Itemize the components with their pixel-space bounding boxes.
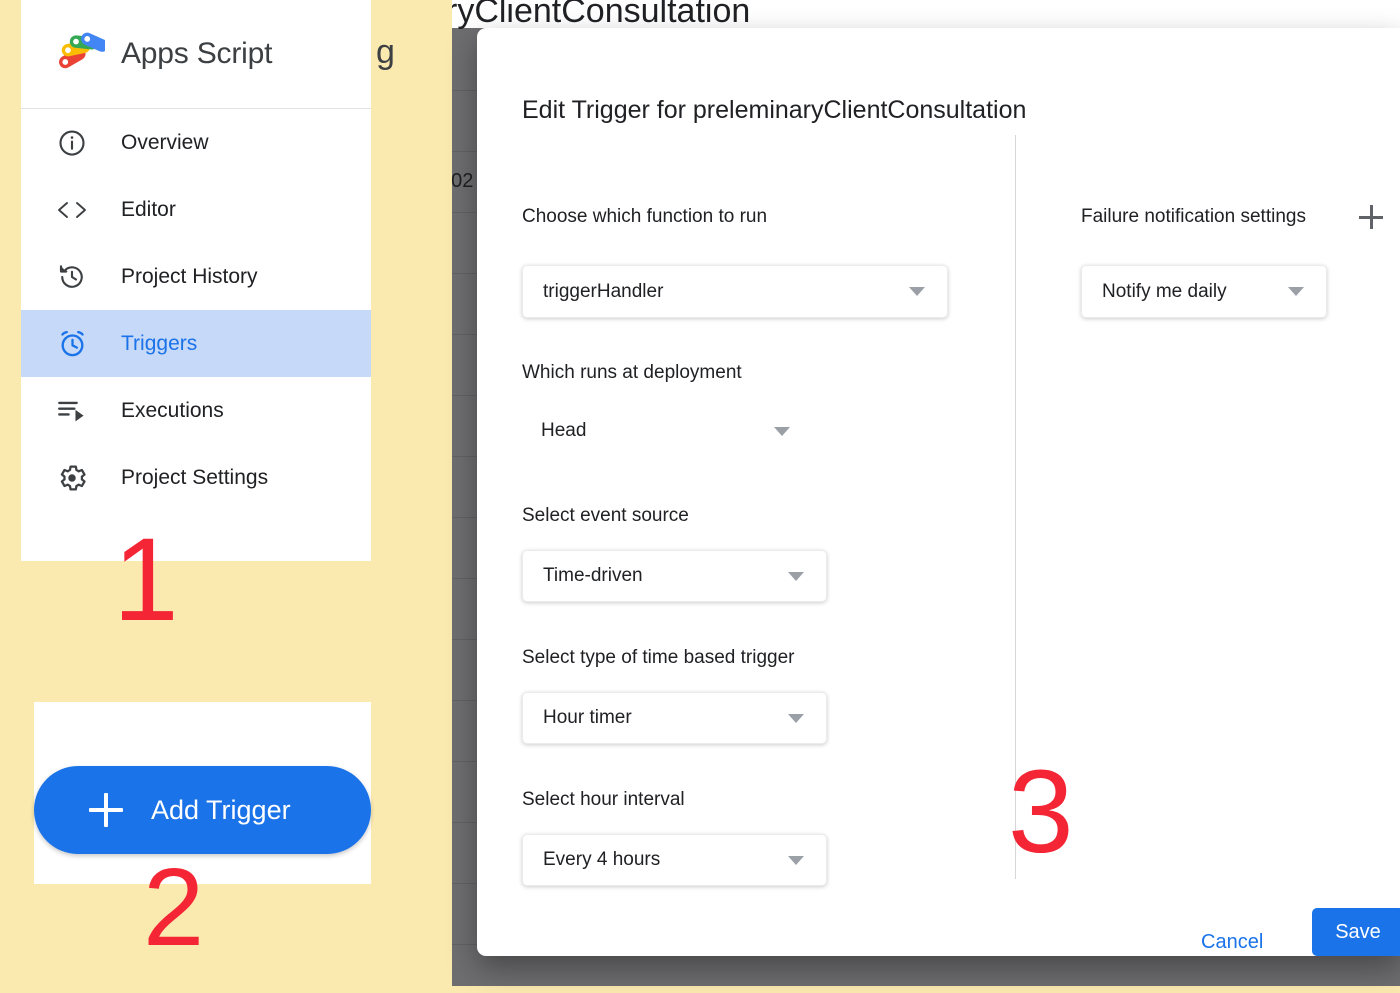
event-source-field-label: Select event source bbox=[522, 505, 689, 526]
hour-interval-field-label: Select hour interval bbox=[522, 789, 685, 810]
info-circle-icon bbox=[55, 126, 89, 160]
event-source-select-value: Time-driven bbox=[543, 565, 643, 586]
hour-interval-select[interactable]: Every 4 hours bbox=[522, 834, 827, 886]
brand-header: Apps Script g bbox=[21, 0, 393, 109]
code-brackets-icon bbox=[55, 193, 89, 227]
failure-notification-select[interactable]: Notify me daily bbox=[1081, 265, 1327, 318]
dialog-title: Edit Trigger for preleminaryClientConsul… bbox=[522, 96, 1027, 124]
function-select[interactable]: triggerHandler bbox=[522, 265, 948, 318]
plus-icon bbox=[89, 793, 123, 827]
time-trigger-type-select-value: Hour timer bbox=[543, 707, 632, 728]
chevron-down-icon bbox=[788, 571, 804, 581]
history-clock-icon bbox=[55, 260, 89, 294]
edit-trigger-dialog: Edit Trigger for preleminaryClientConsul… bbox=[477, 28, 1400, 956]
annotation-step-2: 2 bbox=[143, 846, 205, 969]
time-trigger-type-field-label: Select type of time based trigger bbox=[522, 647, 795, 668]
sidebar-item-executions[interactable]: Executions bbox=[21, 377, 371, 444]
chevron-down-icon bbox=[909, 287, 925, 296]
sidebar-item-label: Triggers bbox=[121, 331, 198, 355]
sidebar-item-label: Project History bbox=[121, 264, 258, 288]
sidebar-item-editor[interactable]: Editor bbox=[21, 176, 371, 243]
function-select-value: triggerHandler bbox=[543, 280, 664, 302]
event-source-select[interactable]: Time-driven bbox=[522, 550, 827, 602]
truncated-project-name: g bbox=[376, 33, 393, 71]
failure-notification-select-value: Notify me daily bbox=[1102, 280, 1227, 302]
chevron-down-icon bbox=[788, 855, 804, 865]
sidebar-item-label: Project Settings bbox=[121, 465, 269, 489]
gear-icon bbox=[55, 461, 89, 495]
deployment-field-label: Which runs at deployment bbox=[522, 362, 742, 383]
deployment-select-value: Head bbox=[541, 420, 587, 441]
sidebar-item-project-settings[interactable]: Project Settings bbox=[21, 444, 371, 511]
hour-interval-select-value: Every 4 hours bbox=[543, 849, 661, 870]
apps-script-logo-icon bbox=[59, 32, 105, 69]
sidebar-item-overview[interactable]: Overview bbox=[21, 109, 371, 176]
background-page-title: ryClientConsultation bbox=[452, 0, 751, 30]
brand-title: Apps Script bbox=[121, 37, 273, 70]
chevron-down-icon bbox=[788, 713, 804, 723]
annotation-step-1: 1 bbox=[113, 514, 179, 646]
plus-icon[interactable] bbox=[1359, 205, 1383, 229]
sidebar-item-triggers[interactable]: Triggers bbox=[21, 310, 371, 377]
apps-script-sidebar: Apps Script g Overview Editor Project Hi… bbox=[21, 0, 393, 561]
chevron-down-icon bbox=[774, 426, 790, 436]
add-trigger-label: Add Trigger bbox=[151, 794, 291, 825]
chevron-down-icon bbox=[1288, 287, 1304, 296]
cancel-button[interactable]: Cancel bbox=[1189, 923, 1275, 956]
deployment-select[interactable]: Head bbox=[522, 420, 812, 442]
sidebar-item-label: Overview bbox=[121, 130, 209, 154]
failure-notification-label: Failure notification settings bbox=[1081, 206, 1306, 227]
sidebar-item-label: Executions bbox=[121, 398, 224, 422]
add-trigger-button[interactable]: Add Trigger bbox=[34, 766, 371, 854]
sidebar-item-label: Editor bbox=[121, 197, 176, 221]
annotation-step-3: 3 bbox=[1008, 746, 1074, 878]
alarm-clock-icon bbox=[55, 327, 89, 361]
list-play-icon bbox=[55, 394, 89, 428]
sidebar-item-project-history[interactable]: Project History bbox=[21, 243, 371, 310]
save-button[interactable]: Save bbox=[1312, 908, 1400, 956]
time-trigger-type-select[interactable]: Hour timer bbox=[522, 692, 827, 744]
function-field-label: Choose which function to run bbox=[522, 206, 768, 227]
